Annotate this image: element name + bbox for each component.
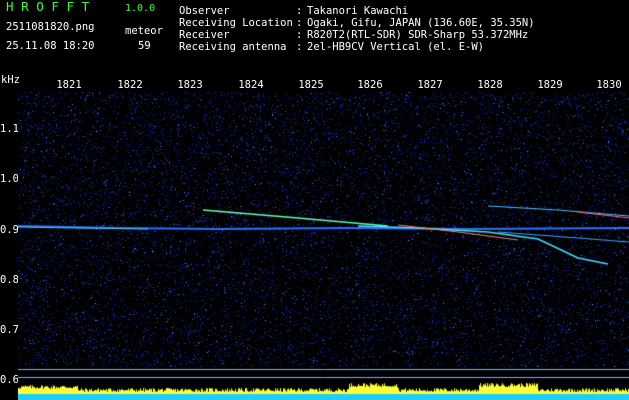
frequency-label: 0.6 xyxy=(0,374,19,386)
meteor-label: meteor xyxy=(125,25,163,37)
info-value-receiver: R820T2(RTL-SDR) SDR-Sharp 53.372MHz xyxy=(307,29,529,41)
frequency-unit-label: kHz xyxy=(1,74,20,86)
spectrogram xyxy=(18,92,629,367)
time-label: 1828 xyxy=(477,79,503,91)
frequency-label: 1.1 xyxy=(0,123,19,135)
capture-datetime: 25.11.08 18:20 xyxy=(6,40,95,52)
frequency-label: 0.8 xyxy=(0,274,19,286)
info-key-antenna: Receiving antenna xyxy=(179,41,287,53)
frequency-label: 0.9 xyxy=(0,224,19,236)
info-sep: : xyxy=(296,29,303,41)
app-version: 1.0.0 xyxy=(125,3,156,14)
frequency-label: 1.0 xyxy=(0,173,19,185)
file-name: 2511081820.png xyxy=(6,21,95,33)
time-label: 1822 xyxy=(117,79,143,91)
info-key-receiver: Receiver xyxy=(179,29,230,41)
frequency-label: 0.7 xyxy=(0,324,19,336)
hrofft-window: HROFFT 1.0.0 2511081820.png meteor 25.11… xyxy=(0,0,629,400)
info-value-observer: Takanori Kawachi xyxy=(307,5,409,17)
meteor-count: 59 xyxy=(138,40,151,52)
app-name: HROFFT xyxy=(6,0,97,14)
signal-level-strip xyxy=(18,368,629,400)
time-label: 1821 xyxy=(56,79,82,91)
time-label: 1826 xyxy=(357,79,383,91)
info-sep: : xyxy=(296,5,303,17)
info-key-location: Receiving Location xyxy=(179,17,293,29)
info-value-antenna: 2el-HB9CV Vertical (el. E-W) xyxy=(307,41,485,53)
time-label: 1830 xyxy=(596,79,622,91)
time-label: 1825 xyxy=(298,79,324,91)
time-label: 1827 xyxy=(417,79,443,91)
info-value-location: Ogaki, Gifu, JAPAN (136.60E, 35.35N) xyxy=(307,17,535,29)
info-sep: : xyxy=(296,17,303,29)
time-label: 1829 xyxy=(537,79,563,91)
info-key-observer: Observer xyxy=(179,5,230,17)
time-label: 1824 xyxy=(238,79,264,91)
info-sep: : xyxy=(296,41,303,53)
time-label: 1823 xyxy=(177,79,203,91)
